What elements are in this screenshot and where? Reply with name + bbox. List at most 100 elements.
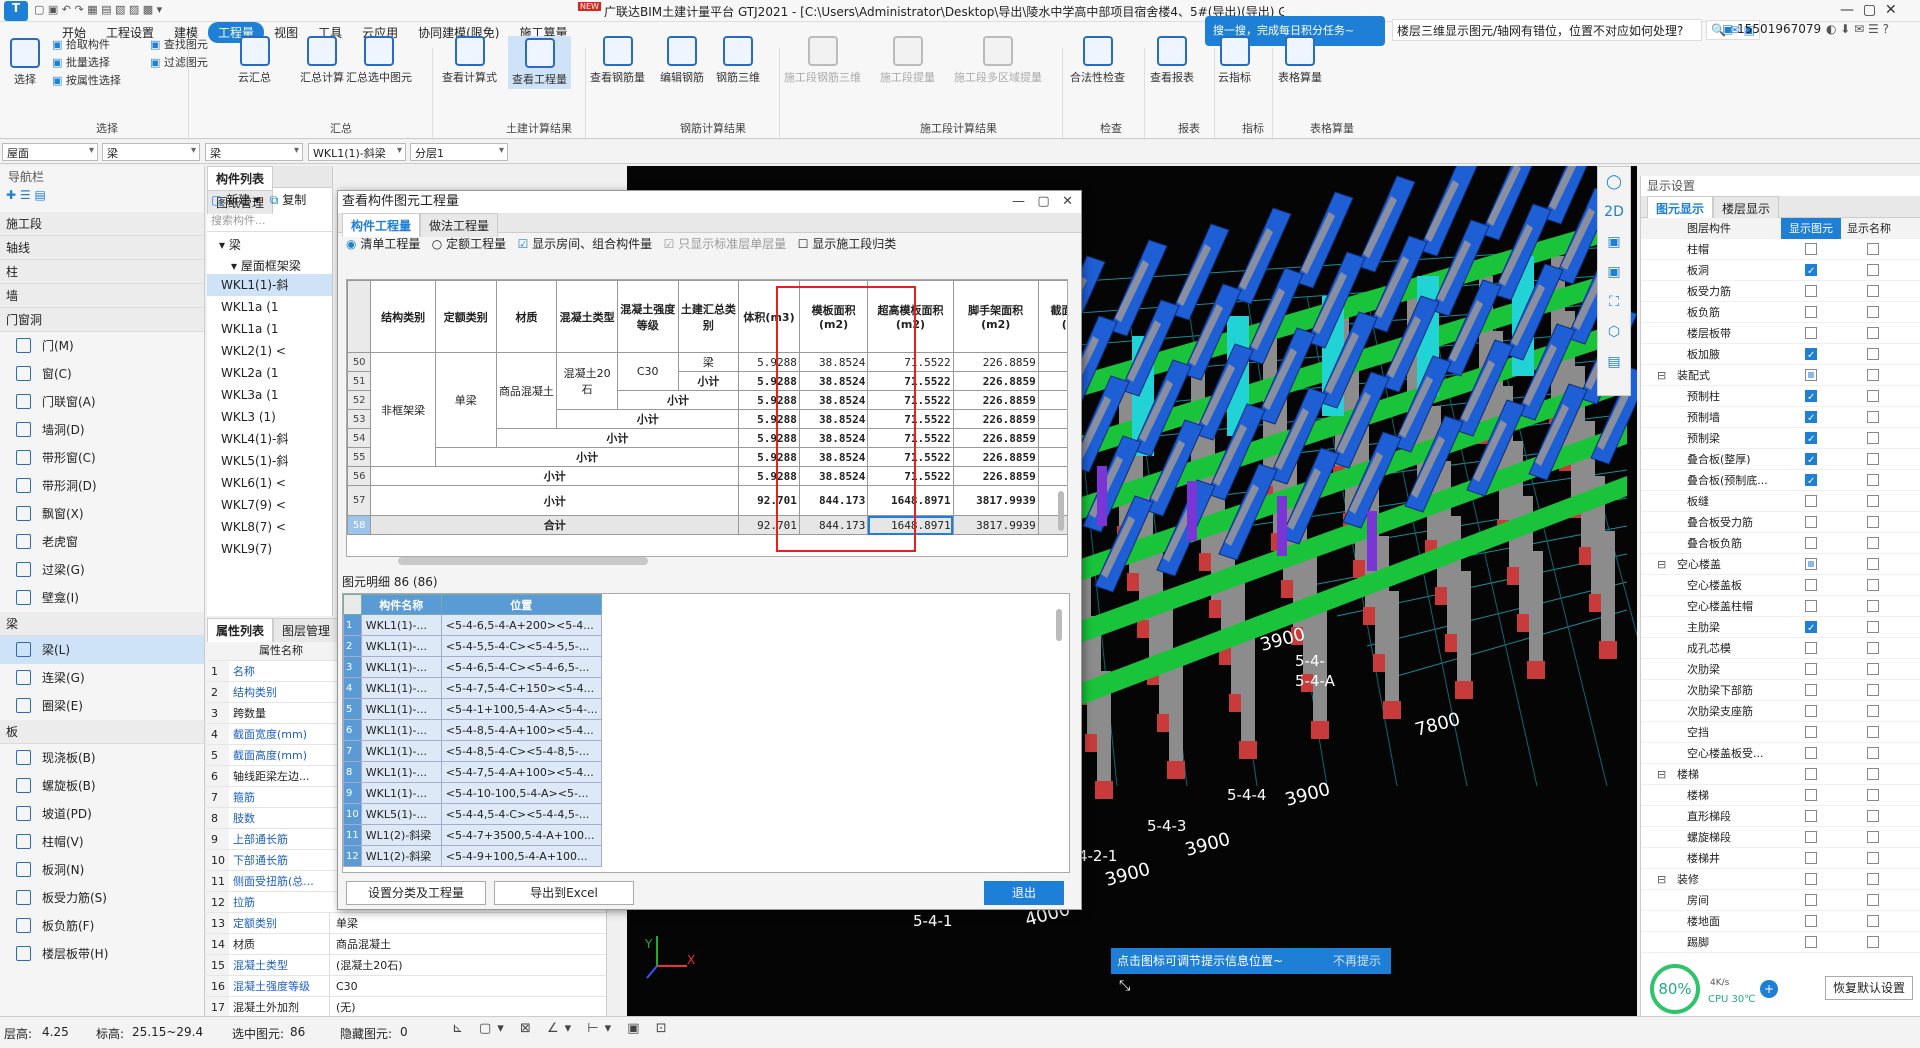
- show-name-checkbox-24[interactable]: [1867, 747, 1879, 759]
- detail-row-4[interactable]: 5 WKL1(1)-... <5-4-1+100,5-4-A><5-4-...: [343, 698, 602, 720]
- ribbon-button-3[interactable]: ▣ 按属性选择: [52, 72, 121, 88]
- show-element-checkbox-2[interactable]: [1805, 285, 1817, 297]
- component-select[interactable]: WKL1(1)-斜梁: [308, 143, 406, 161]
- tree-root[interactable]: ▾ 梁: [207, 232, 332, 253]
- detail-row-0[interactable]: 1 WKL1(1)-... <5-4-6,5-4-A+200><5-4...: [343, 614, 602, 636]
- show-name-checkbox-17[interactable]: [1867, 600, 1879, 612]
- tab-layer-manage[interactable]: 图层管理: [273, 618, 340, 642]
- show-element-checkbox-20[interactable]: [1805, 663, 1817, 675]
- ribbon-button-18[interactable]: 查看报表: [1150, 36, 1194, 85]
- show-element-checkbox-31[interactable]: [1805, 894, 1817, 906]
- quantity-row-50[interactable]: 50 非框架梁 单梁 商品混凝土 混凝土20石 C30 梁 5.9288 38.8524 71.5…: [347, 352, 1067, 467]
- ribbon-button-0[interactable]: 选择: [10, 38, 40, 87]
- settings-row-11[interactable]: 叠合板(预制底...: [1641, 470, 1920, 492]
- ribbon-button-9[interactable]: 查看计算式: [442, 36, 497, 85]
- ribbon-button-13[interactable]: 钢筋三维: [716, 36, 760, 85]
- type-select[interactable]: 梁: [102, 143, 200, 161]
- ribbon-button-15[interactable]: 施工段提量: [880, 36, 935, 85]
- property-row-13[interactable]: 14 材质 商品混凝土: [207, 934, 606, 955]
- nav-door-item-7[interactable]: 老虎窗: [0, 528, 204, 556]
- show-element-checkbox-3[interactable]: [1805, 306, 1817, 318]
- show-element-checkbox-7[interactable]: [1805, 387, 1817, 408]
- user-account[interactable]: ▣ 15501967079: [1722, 22, 1821, 36]
- exit-button[interactable]: 退出: [984, 881, 1064, 905]
- tree-sub[interactable]: ▾ 屋面框架梁: [207, 253, 332, 274]
- show-name-checkbox-12[interactable]: [1867, 495, 1879, 507]
- show-element-checkbox-29[interactable]: [1805, 852, 1817, 864]
- restore-default-button[interactable]: 恢复默认设置: [1825, 976, 1913, 1000]
- settings-row-8[interactable]: 预制墙: [1641, 407, 1920, 429]
- nav-door-item-8[interactable]: 过梁(G): [0, 556, 204, 584]
- detail-row-7[interactable]: 8 WKL1(1)-... <5-4-7,5-4-A+100><5-4...: [343, 761, 602, 783]
- show-name-checkbox-4[interactable]: [1867, 327, 1879, 339]
- show-name-checkbox-5[interactable]: [1867, 348, 1879, 360]
- component-item-0[interactable]: WKL1(1)-斜: [207, 274, 332, 296]
- nav-slab-item-3[interactable]: 柱帽(V): [0, 828, 204, 856]
- settings-row-32[interactable]: 楼地面: [1641, 911, 1920, 932]
- show-element-checkbox-24[interactable]: [1805, 747, 1817, 759]
- detail-row-3[interactable]: 4 WKL1(1)-... <5-4-7,5-4-C+150><5-4...: [343, 677, 602, 699]
- ribbon-button-2[interactable]: ▣ 批量选择: [52, 54, 110, 70]
- nav-section-beam[interactable]: 梁: [0, 612, 204, 636]
- settings-row-10[interactable]: 叠合板(整厚): [1641, 449, 1920, 471]
- show-name-checkbox-3[interactable]: [1867, 306, 1879, 318]
- performance-widget[interactable]: 80% 4K/s CPU 30℃ +: [1650, 964, 1780, 1014]
- show-element-checkbox-6[interactable]: [1805, 369, 1817, 381]
- nav-door-item-5[interactable]: 带形洞(D): [0, 472, 204, 500]
- table-h-scrollbar[interactable]: [398, 557, 648, 565]
- ribbon-button-19[interactable]: 云指标: [1218, 36, 1251, 85]
- settings-row-25[interactable]: ⊟ 楼梯: [1641, 764, 1920, 785]
- show-element-checkbox-18[interactable]: [1805, 618, 1817, 639]
- tab-component-list[interactable]: 构件列表: [207, 166, 274, 190]
- settings-row-2[interactable]: 板受力筋: [1641, 281, 1920, 302]
- show-name-checkbox-8[interactable]: [1867, 411, 1879, 423]
- show-element-checkbox-15[interactable]: [1805, 558, 1817, 570]
- show-element-checkbox-25[interactable]: [1805, 768, 1817, 780]
- settings-row-18[interactable]: 主肋梁: [1641, 617, 1920, 639]
- detail-row-6[interactable]: 7 WKL1(1)-... <5-4-8,5-4-C><5-4-8,5-...: [343, 740, 602, 762]
- property-row-14[interactable]: 15 混凝土类型 (混凝土20石): [207, 955, 606, 976]
- nav-section-1[interactable]: 轴线: [0, 236, 204, 260]
- radio-bill-quantity[interactable]: ◉ 清单工程量: [346, 237, 420, 251]
- show-name-checkbox-6[interactable]: [1867, 369, 1879, 381]
- nav-beam-item-1[interactable]: 连梁(G): [0, 664, 204, 692]
- settings-row-21[interactable]: 次肋梁下部筋: [1641, 680, 1920, 701]
- tab-element-display[interactable]: 图元显示: [1647, 196, 1714, 220]
- settings-row-29[interactable]: 楼梯井: [1641, 848, 1920, 869]
- show-name-checkbox-1[interactable]: [1867, 264, 1879, 276]
- settings-row-22[interactable]: 次肋梁支座筋: [1641, 701, 1920, 722]
- nav-section-0[interactable]: 施工段: [0, 212, 204, 236]
- component-item-2[interactable]: WKL1a (1: [207, 318, 332, 340]
- boost-icon[interactable]: +: [1760, 980, 1778, 998]
- settings-row-4[interactable]: 楼层板带: [1641, 323, 1920, 344]
- show-name-checkbox-33[interactable]: [1867, 936, 1879, 948]
- show-element-checkbox-4[interactable]: [1805, 327, 1817, 339]
- ribbon-button-11[interactable]: 查看钢筋量: [590, 36, 645, 85]
- settings-row-20[interactable]: 次肋梁: [1641, 659, 1920, 680]
- show-element-checkbox-5[interactable]: [1805, 345, 1817, 366]
- show-name-checkbox-14[interactable]: [1867, 537, 1879, 549]
- settings-row-19[interactable]: 成孔芯模: [1641, 638, 1920, 659]
- header-tools[interactable]: ◐ ⬇ ✉ ☰ ?: [1826, 22, 1889, 36]
- quantity-row-56[interactable]: 56小计5.928838.852471.5522226.88597.544.: [347, 466, 1067, 486]
- show-element-checkbox-23[interactable]: [1805, 726, 1817, 738]
- ribbon-button-4[interactable]: ▣ 查找图元: [150, 36, 208, 52]
- ribbon-button-16[interactable]: 施工段多区域提量: [954, 36, 1042, 85]
- quantity-row-57[interactable]: 57小计92.701844.1731648.89713817.9939125.4…: [347, 485, 1067, 516]
- show-name-checkbox-18[interactable]: [1867, 621, 1879, 633]
- nav-door-item-0[interactable]: 门(M): [0, 332, 204, 360]
- show-name-checkbox-29[interactable]: [1867, 852, 1879, 864]
- show-name-checkbox-28[interactable]: [1867, 831, 1879, 843]
- component-item-3[interactable]: WKL2(1) <: [207, 340, 332, 362]
- show-name-checkbox-19[interactable]: [1867, 642, 1879, 654]
- window-controls[interactable]: — ▢ ✕: [1840, 2, 1897, 18]
- component-item-1[interactable]: WKL1a (1: [207, 296, 332, 318]
- show-name-checkbox-13[interactable]: [1867, 516, 1879, 528]
- subtype-select[interactable]: 梁: [205, 143, 303, 161]
- component-item-6[interactable]: WKL3 (1): [207, 406, 332, 428]
- ribbon-button-6[interactable]: 云汇总: [238, 36, 271, 85]
- settings-row-26[interactable]: 楼梯: [1641, 785, 1920, 806]
- collapse-icon-6[interactable]: ⊟: [1657, 365, 1666, 386]
- radio-quota-quantity[interactable]: ○ 定额工程量: [432, 237, 506, 251]
- collapse-icon-30[interactable]: ⊟: [1657, 869, 1666, 890]
